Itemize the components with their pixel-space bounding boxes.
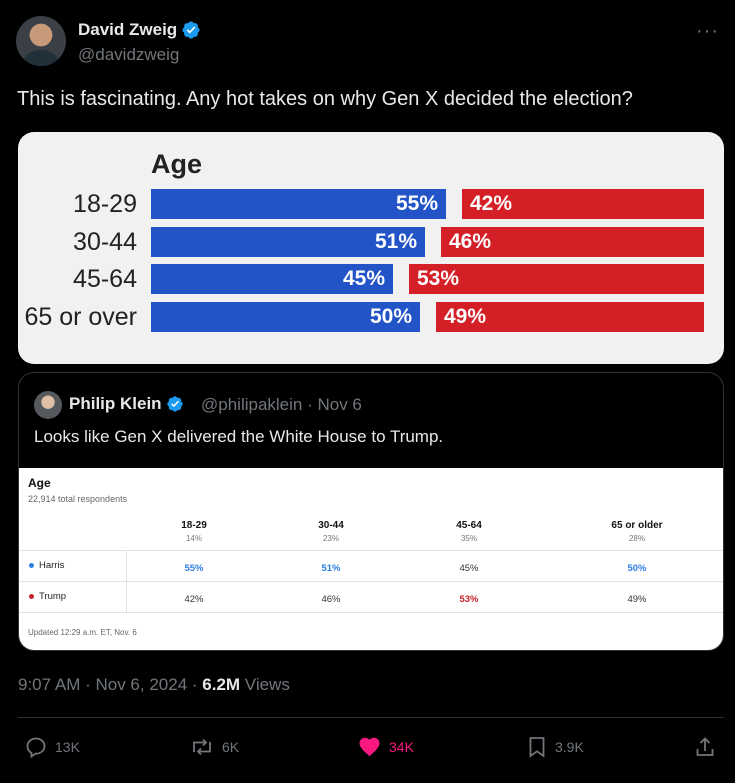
table-subtitle: 22,914 total respondents xyxy=(28,494,128,504)
tweet-text: This is fascinating. Any hot takes on wh… xyxy=(17,88,633,110)
table-cell: 50% xyxy=(627,563,647,574)
author-avatar[interactable] xyxy=(16,16,66,66)
table-column-header: 18-29 14% xyxy=(181,520,207,543)
chart-category-label: 45-64 xyxy=(73,265,137,293)
table-cell: 49% xyxy=(627,594,647,605)
bar-value-label: 53% xyxy=(417,267,460,290)
bookmark-button[interactable]: 3.9K xyxy=(526,735,584,759)
verified-badge-icon xyxy=(166,396,183,412)
table-title: Age xyxy=(28,476,51,490)
share-button[interactable] xyxy=(694,735,716,759)
views-label: Views xyxy=(240,675,290,694)
author-name-row[interactable]: David Zweig xyxy=(78,20,201,40)
quoted-name-row: Philip Klein xyxy=(69,394,184,414)
chart-category-label: 18-29 xyxy=(73,190,137,218)
chart-image[interactable]: Age 18-29 55% 42% 30-44 51% 46% 45-64 45% 53% 65 … xyxy=(18,132,724,364)
author-name[interactable]: David Zweig xyxy=(78,20,177,40)
chart-category-label: 65 or over xyxy=(24,303,137,331)
tweet-meta: 9:07 AM · Nov 6, 2024 · 6.2M Views xyxy=(18,675,290,695)
table-row-trump: Trump xyxy=(29,591,66,602)
verified-badge-icon xyxy=(182,21,200,39)
table-cell: 46% xyxy=(321,594,341,605)
bar-value-label: 55% xyxy=(395,192,438,215)
reply-count: 13K xyxy=(55,739,80,755)
reply-icon xyxy=(26,737,46,759)
repost-icon xyxy=(193,738,211,756)
quoted-text: Looks like Gen X delivered the White Hou… xyxy=(34,427,444,446)
table-cell: 53% xyxy=(459,594,479,605)
results-table-image: Age 22,914 total respondents 18-29 14% 30… xyxy=(19,468,723,650)
bar-value-label: 51% xyxy=(374,230,417,253)
bar-red: 42% xyxy=(462,189,704,219)
bar-red: 46% xyxy=(441,227,704,257)
table-cell: 51% xyxy=(321,563,341,574)
reply-button[interactable]: 13K xyxy=(24,735,80,759)
table-row-harris: Harris xyxy=(29,560,64,571)
bookmark-icon xyxy=(529,737,545,758)
bar-value-label: 49% xyxy=(444,305,487,328)
table-column-header: 65 or older 28% xyxy=(611,520,663,543)
bookmark-count: 3.9K xyxy=(555,739,584,755)
bar-blue: 55% xyxy=(151,189,446,219)
table-column-header: 30-44 23% xyxy=(318,520,344,543)
table-cell: 55% xyxy=(184,563,204,574)
bar-value-label: 46% xyxy=(449,230,492,253)
share-icon xyxy=(696,737,714,756)
like-count: 34K xyxy=(389,739,414,755)
chart-row: 18-29 55% 42% xyxy=(18,189,724,219)
bar-value-label: 45% xyxy=(342,267,385,290)
chart-title: Age xyxy=(151,149,203,179)
repost-button[interactable]: 6K xyxy=(189,735,239,759)
views-count: 6.2M xyxy=(202,675,241,694)
chart-row: 30-44 51% 46% xyxy=(18,227,724,257)
table-cell: 42% xyxy=(184,594,204,605)
table-cell: 45% xyxy=(459,563,479,574)
heart-icon xyxy=(359,737,380,757)
table-column-header: 45-64 35% xyxy=(456,520,482,543)
quoted-avatar[interactable] xyxy=(34,391,62,419)
chart-category-label: 30-44 xyxy=(73,228,137,256)
quoted-tweet[interactable]: Philip Klein @philipaklein · Nov 6 Looks… xyxy=(18,372,724,651)
author-handle[interactable]: @davidzweig xyxy=(78,45,179,65)
bar-blue: 50% xyxy=(151,302,420,332)
table-updated-note: Updated 12:29 a.m. ET, Nov. 6 xyxy=(28,628,137,637)
trump-dot-icon xyxy=(29,594,34,599)
bar-red: 53% xyxy=(409,264,704,294)
bar-value-label: 50% xyxy=(369,305,412,328)
chart-row: 45-64 45% 53% xyxy=(18,264,724,294)
quoted-author-name: Philip Klein xyxy=(69,394,162,413)
harris-dot-icon xyxy=(29,563,34,568)
repost-count: 6K xyxy=(222,739,240,755)
bar-value-label: 42% xyxy=(470,192,513,215)
like-button[interactable]: 34K xyxy=(357,735,414,759)
quoted-handle-date: @philipaklein · Nov 6 xyxy=(201,395,362,414)
chart-row: 65 or over 50% 49% xyxy=(18,302,724,332)
more-options-icon[interactable]: ··· xyxy=(696,20,719,43)
bar-red: 49% xyxy=(436,302,704,332)
tweet-timestamp[interactable]: 9:07 AM · Nov 6, 2024 · xyxy=(18,675,202,694)
bar-blue: 51% xyxy=(151,227,425,257)
divider xyxy=(18,717,724,718)
bar-blue: 45% xyxy=(151,264,393,294)
